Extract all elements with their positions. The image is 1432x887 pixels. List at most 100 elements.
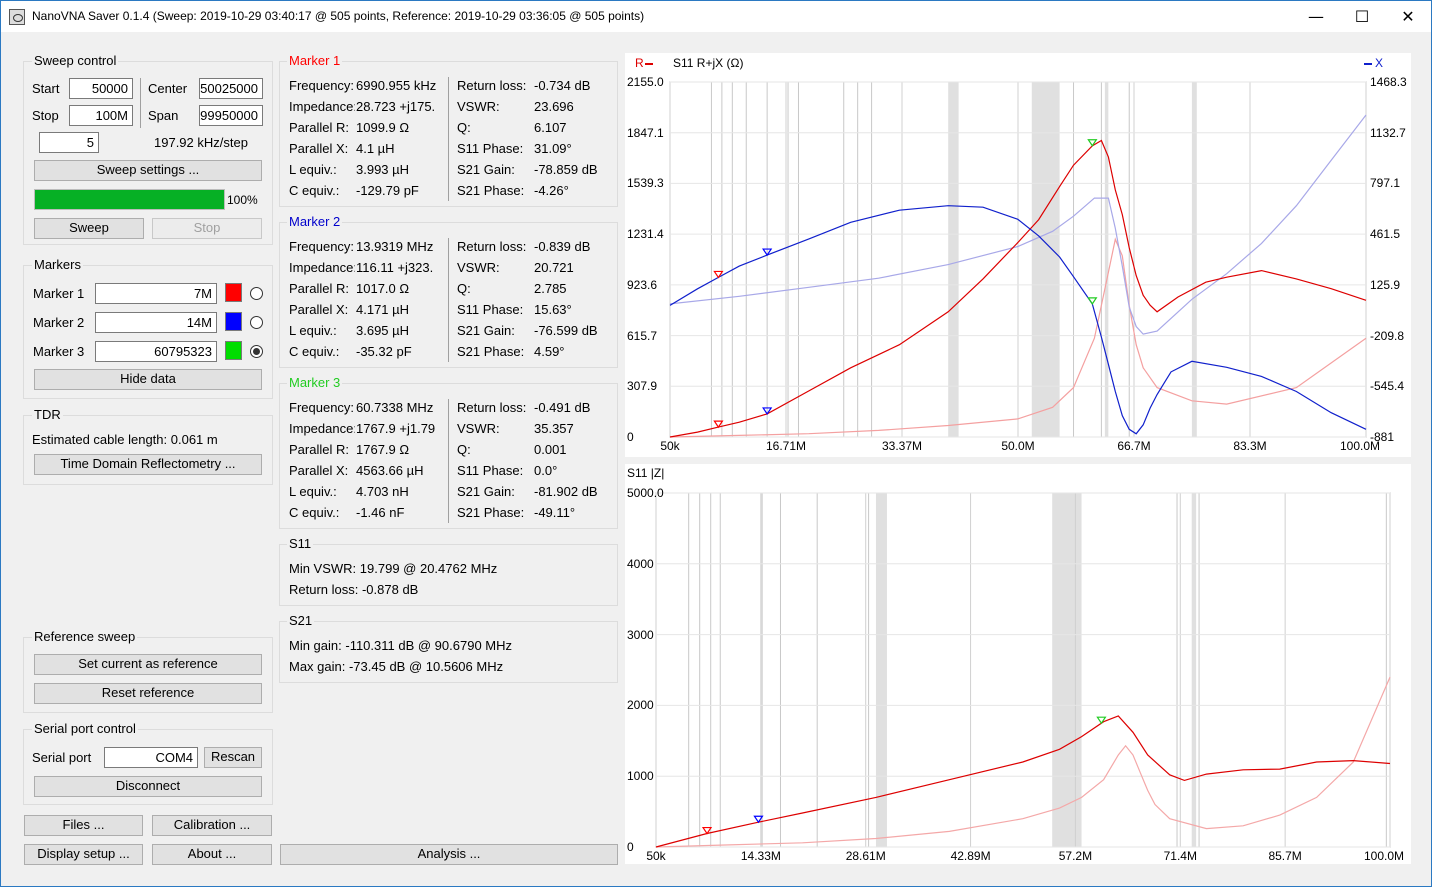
marker-1-field-value: 4.1 µH	[356, 141, 395, 156]
tdr-button[interactable]: Time Domain Reflectometry ...	[34, 454, 262, 475]
marker-1-field-label: C equiv.:	[289, 183, 340, 198]
marker-1-field-label: Parallel X:	[289, 141, 349, 156]
rjx-legend-x-swatch	[1364, 63, 1372, 65]
series-line--z-	[655, 715, 1391, 848]
rjx-chart[interactable]: R S11 R+jX (Ω) X 50k 16.71M 33.37M 50.0M 66.…	[625, 53, 1411, 457]
marker-3-field-label: Parallel X:	[289, 463, 349, 478]
marker-2-field-label: Parallel R:	[289, 281, 349, 296]
rescan-button[interactable]: Rescan	[204, 747, 262, 768]
reference-sweep-title: Reference sweep	[32, 629, 138, 644]
rjx-chart-canvas	[669, 81, 1367, 438]
disconnect-button[interactable]: Disconnect	[34, 776, 262, 797]
marker-2-field-value: -0.839 dB	[534, 239, 591, 254]
marker-1-field-value: -78.859 dB	[534, 162, 598, 177]
y-tick-label: 615.7	[627, 328, 658, 343]
y-right-tick-label: 1132.7	[1370, 125, 1406, 140]
x-tick-label: 50k	[646, 849, 666, 863]
marker-3-field-value: 1767.9 +j1.79	[356, 421, 436, 436]
marker-2-radio[interactable]	[250, 316, 263, 329]
sweep-band	[1191, 82, 1197, 437]
marker-2-field-value: 20.721	[534, 260, 574, 275]
x-tick-label: 66.7M	[1117, 439, 1151, 453]
display-setup-button[interactable]: Display setup ...	[24, 844, 143, 865]
marker-3-color-button[interactable]	[225, 341, 242, 360]
marker-1-field-value: 28.723 +j175.	[356, 99, 436, 114]
marker-1-field-value: -129.79 pF	[356, 183, 419, 198]
y-right-tick-label: -209.8	[1370, 328, 1405, 343]
y-tick-label: 1539.3	[627, 176, 664, 191]
x-tick-label: 16.71M	[766, 439, 807, 453]
marker-3-field-label: Parallel R:	[289, 442, 349, 457]
hide-data-button[interactable]: Hide data	[34, 369, 262, 390]
stop-sweep-button[interactable]: Stop	[152, 218, 262, 239]
marker-1-field-label: S21 Gain:	[457, 162, 515, 177]
y-right-tick-label: 1468.3	[1370, 75, 1407, 89]
marker-3-field-value: 4.703 nH	[356, 484, 409, 499]
marker-2-field-label: Impedance:	[289, 260, 355, 275]
marker-2-field-value: 1017.0 Ω	[356, 281, 410, 296]
marker-2-field-value: 13.9319 MHz	[356, 239, 434, 254]
minimize-button[interactable]: —	[1293, 1, 1339, 32]
rjx-legend-x: X	[1375, 56, 1384, 70]
close-button[interactable]: ✕	[1385, 1, 1431, 32]
marker-3-field-label: L equiv.:	[289, 484, 337, 499]
marker-1-field-label: VSWR:	[457, 99, 500, 114]
marker-3-field-value: 1767.9 Ω	[356, 442, 410, 457]
z-chart[interactable]: S11 |Z| 50k 14.33M 28.61M 42.89M 57.2M 71.4M 8…	[625, 464, 1411, 864]
z-chart-canvas	[655, 492, 1391, 848]
marker-triangle	[1096, 716, 1107, 725]
marker-2-frequency-input[interactable]: 14M	[95, 312, 217, 333]
marker-1-panel-divider	[448, 77, 449, 201]
sweep-settings-button[interactable]: Sweep settings ...	[34, 160, 262, 181]
maximize-button[interactable]: ☐	[1339, 1, 1385, 32]
sweep-button[interactable]: Sweep	[34, 218, 144, 239]
serial-port-input[interactable]: COM4	[104, 747, 198, 768]
marker-2-panel-divider	[448, 238, 449, 362]
marker-3-field-value: 60.7338 MHz	[356, 400, 434, 415]
marker-3-field-value: 0.0°	[534, 463, 558, 478]
about-button[interactable]: About ...	[152, 844, 272, 865]
span-input[interactable]: 99950000	[199, 105, 263, 126]
marker-1-field-label: Impedance:	[289, 99, 355, 114]
marker-1-frequency-input[interactable]: 7M	[95, 283, 217, 304]
marker-2-field-value: 4.59°	[534, 344, 565, 359]
y-tick-label: 2155.0	[627, 75, 664, 89]
x-tick-label: 85.7M	[1268, 849, 1302, 863]
marker-2-color-button[interactable]	[225, 312, 242, 331]
y-right-tick-label: 797.1	[1370, 176, 1401, 191]
marker-3-label: Marker 3	[33, 344, 85, 359]
files-button[interactable]: Files ...	[24, 815, 143, 836]
marker-3-radio[interactable]	[250, 345, 263, 358]
calibration-button[interactable]: Calibration ...	[152, 815, 272, 836]
tdr-title: TDR	[32, 407, 63, 422]
marker-1-color-button[interactable]	[225, 283, 242, 302]
x-tick-label: 71.4M	[1163, 849, 1197, 863]
serial-port-title: Serial port control	[32, 721, 138, 736]
step-size-text: 197.92 kHz/step	[154, 135, 248, 150]
marker-1-field-value: 31.09°	[534, 141, 572, 156]
marker-3-field-label: Frequency:	[289, 400, 355, 415]
analysis-button[interactable]: Analysis ...	[280, 844, 618, 865]
points-input[interactable]: 5	[39, 132, 99, 153]
start-input[interactable]: 50000	[69, 78, 133, 99]
rjx-legend-r: R	[635, 56, 644, 70]
sweep-band	[1031, 82, 1060, 437]
marker-2-label: Marker 2	[33, 315, 85, 330]
x-tick-label: 28.61M	[845, 849, 886, 863]
marker-2-field-label: L equiv.:	[289, 323, 337, 338]
reset-reference-button[interactable]: Reset reference	[34, 683, 262, 704]
z-chart-title: S11 |Z|	[627, 466, 665, 480]
stop-label: Stop	[32, 108, 59, 123]
stop-input[interactable]: 100M	[69, 105, 133, 126]
y-tick-label: 0	[627, 840, 634, 854]
marker-3-field-label: Q:	[457, 442, 471, 457]
sweep-control-title: Sweep control	[32, 53, 119, 68]
center-input[interactable]: 50025000	[199, 78, 263, 99]
marker-3-frequency-input[interactable]: 60795323	[95, 341, 217, 362]
marker-1-radio[interactable]	[250, 287, 263, 300]
marker-2-field-value: 116.11 +j323.	[356, 260, 434, 275]
set-reference-button[interactable]: Set current as reference	[34, 654, 262, 675]
marker-3-field-label: C equiv.:	[289, 505, 340, 520]
plot-frame	[655, 492, 1391, 848]
marker-3-panel-title: Marker 3	[287, 375, 343, 390]
